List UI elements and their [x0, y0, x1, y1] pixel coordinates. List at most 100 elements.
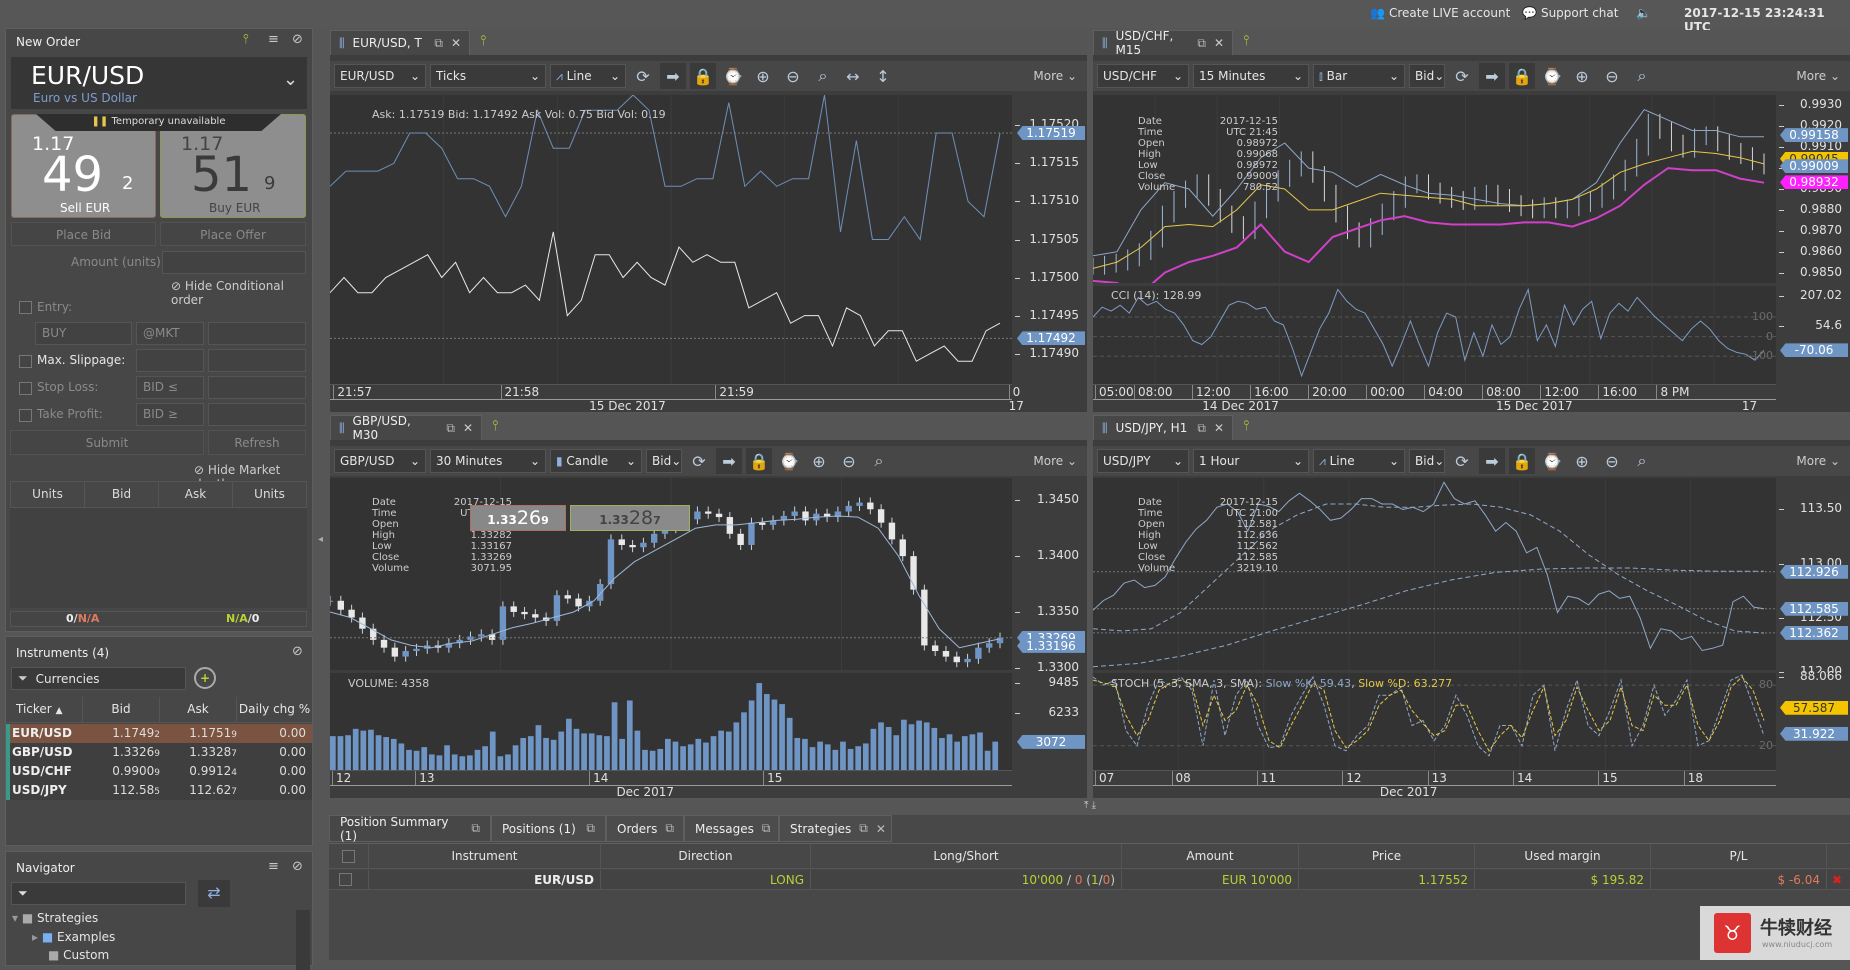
tree-item-examples[interactable]: ▸ ■ Examples: [32, 930, 115, 944]
entry-price-input[interactable]: [208, 322, 306, 345]
close-icon[interactable]: ✕: [1214, 36, 1224, 50]
period-select[interactable]: 15 Minutes ⌄: [1193, 64, 1309, 88]
volume-plot[interactable]: [330, 673, 1012, 770]
usdjpy-plot[interactable]: [1092, 478, 1776, 670]
lock-icon[interactable]: 🔒: [690, 63, 716, 89]
instrument-select[interactable]: GBP/USD ⌄: [334, 449, 426, 473]
popout-icon[interactable]: ⧉: [586, 821, 595, 836]
slippage-input[interactable]: [136, 349, 204, 372]
more-menu[interactable]: More ⌄: [1033, 69, 1077, 83]
price-axis[interactable]: 1.17520 1.17515 1.17510 1.17505 1.17500 1.174…: [1012, 95, 1087, 384]
instrument-select[interactable]: USD/CHF ⌄: [1097, 64, 1189, 88]
add-chart-icon[interactable]: ⫯: [492, 418, 498, 434]
price-axis[interactable]: 0.99300.99200.99100.99000.98900.98800.98…: [1776, 95, 1850, 283]
stop-loss-condition[interactable]: BID ≤: [136, 376, 204, 399]
popout-icon[interactable]: ⧉: [471, 821, 480, 836]
maximize-icon[interactable]: ⤒ ⤓: [1084, 800, 1096, 811]
tab-messages[interactable]: Messages ⧉: [684, 815, 779, 842]
zoom-time-icon[interactable]: ⌚: [1539, 448, 1565, 474]
time-axis[interactable]: 12 13 14 15 Dec 2017: [330, 770, 1012, 799]
instrument-row[interactable]: EUR/USD 1.17492 1.17519 0.00: [6, 724, 312, 743]
chart-type-select[interactable]: ⫾ Bar ⌄: [1313, 64, 1405, 88]
zoom-out-icon[interactable]: ⊖: [836, 448, 862, 474]
entry-price-select[interactable]: @MKT: [136, 322, 204, 345]
amount-input[interactable]: [162, 251, 306, 274]
time-axis[interactable]: 05:00 08:00 12:00 16:00 20:00 00:00 04:00 08:00…: [1093, 384, 1776, 413]
close-icon[interactable]: ✕: [451, 36, 461, 50]
zoom-time-icon[interactable]: ⌚: [1539, 63, 1565, 89]
eurusd-plot[interactable]: [329, 94, 1012, 384]
period-select[interactable]: Ticks ⌄: [430, 64, 546, 88]
hide-icon[interactable]: ⊘: [292, 644, 303, 659]
close-icon[interactable]: ✕: [463, 421, 473, 435]
zoom-fit-icon[interactable]: ⌕: [810, 63, 836, 89]
chart-type-select[interactable]: ▮ Candle ⌄: [550, 449, 642, 473]
entry-side-select[interactable]: BUY: [35, 322, 132, 345]
stretch-vertical-icon[interactable]: ↕: [870, 63, 896, 89]
quick-sell-button[interactable]: 1.33269: [470, 505, 566, 531]
instrument-select[interactable]: USD/JPY ⌄: [1097, 449, 1189, 473]
chart-type-select[interactable]: ⩘ Line ⌄: [550, 64, 626, 88]
shift-chart-icon[interactable]: ➡: [1479, 448, 1505, 474]
price-side-select[interactable]: Bid ⌄: [1409, 64, 1445, 88]
col-pl[interactable]: P/L: [1651, 844, 1827, 869]
lock-icon[interactable]: 🔒: [746, 448, 772, 474]
take-profit-checkbox[interactable]: [19, 409, 32, 422]
swap-icon[interactable]: ⇄: [198, 880, 230, 907]
more-menu[interactable]: More ⌄: [1033, 454, 1077, 468]
popout-icon[interactable]: ⧉: [1197, 421, 1206, 436]
instrument-filter[interactable]: ⏷ Currencies: [11, 667, 186, 690]
slippage-value[interactable]: [208, 349, 306, 372]
lock-icon[interactable]: 🔒: [1509, 448, 1535, 474]
place-offer-button[interactable]: Place Offer: [160, 222, 306, 246]
sound-icon[interactable]: 🔈: [1636, 6, 1651, 20]
take-profit-condition[interactable]: BID ≥: [136, 403, 204, 426]
col-instrument[interactable]: Instrument: [369, 844, 601, 869]
tab-strategies[interactable]: Strategies ⧉ ✕: [779, 815, 892, 842]
zoom-in-icon[interactable]: ⊕: [806, 448, 832, 474]
close-icon[interactable]: ✕: [876, 822, 886, 836]
price-axis[interactable]: 1.3450 1.3400 1.3350 1.3300 1.33269 1.33196: [1012, 478, 1087, 674]
sort-ticker[interactable]: Ticker ▲: [6, 697, 83, 722]
refresh-button[interactable]: Refresh: [208, 430, 306, 455]
menu-icon[interactable]: ≡: [268, 32, 279, 47]
max-slippage-checkbox[interactable]: [19, 355, 32, 368]
shift-chart-icon[interactable]: ➡: [716, 448, 742, 474]
instrument-select[interactable]: EUR/USD ⌄: [334, 64, 426, 88]
instrument-row[interactable]: USD/JPY 112.585 112.627 0.00: [6, 781, 312, 800]
tab-positions-[interactable]: Positions (1) ⧉: [491, 815, 606, 842]
navigator-filter[interactable]: ⏷: [11, 882, 186, 905]
tab-orders[interactable]: Orders ⧉: [606, 815, 684, 842]
popout-icon[interactable]: ⧉: [446, 421, 455, 436]
collapse-panel-icon[interactable]: ◂: [318, 534, 323, 545]
cci-axis[interactable]: 207.02 54.6 -70.06: [1776, 286, 1850, 384]
add-chart-icon[interactable]: ⫯: [480, 33, 486, 49]
hide-icon[interactable]: ⊘: [292, 859, 303, 874]
popout-icon[interactable]: ⧉: [665, 821, 674, 836]
zoom-out-icon[interactable]: ⊖: [1599, 63, 1625, 89]
zoom-fit-icon[interactable]: ⌕: [866, 448, 892, 474]
more-menu[interactable]: More ⌄: [1796, 454, 1840, 468]
popout-icon[interactable]: ⧉: [762, 821, 771, 836]
period-select[interactable]: 30 Minutes ⌄: [430, 449, 546, 473]
tab-position-summary-[interactable]: Position Summary (1) ⧉: [329, 815, 491, 843]
popout-icon[interactable]: ⧉: [434, 36, 443, 51]
col-direction[interactable]: Direction: [601, 844, 811, 869]
more-menu[interactable]: More ⌄: [1796, 69, 1840, 83]
zoom-out-icon[interactable]: ⊖: [780, 63, 806, 89]
hide-conditional-toggle[interactable]: ⊘ Hide Conditional order: [171, 279, 312, 307]
scrollbar[interactable]: [296, 910, 310, 970]
create-live-account-link[interactable]: 👥 Create LIVE account: [1370, 6, 1510, 20]
usdchf-plot[interactable]: [1092, 95, 1776, 295]
price-side-select[interactable]: Bid ⌄: [646, 449, 682, 473]
zoom-in-icon[interactable]: ⊕: [1569, 63, 1595, 89]
chart-tab[interactable]: ⫼ USD/JPY, H1 ⧉ ✕: [1093, 415, 1233, 440]
add-chart-icon[interactable]: ⫯: [1243, 418, 1249, 434]
sort-bid[interactable]: Bid: [83, 697, 160, 722]
zoom-fit-icon[interactable]: ⌕: [1629, 63, 1655, 89]
instrument-row[interactable]: USD/CHF 0.99009 0.99124 0.00: [6, 762, 312, 781]
shift-chart-icon[interactable]: ➡: [1479, 63, 1505, 89]
position-row[interactable]: EUR/USD LONG 10'000 / 0 (1/0) EUR 10'000…: [329, 870, 1850, 890]
select-all-checkbox[interactable]: [342, 850, 355, 863]
lock-icon[interactable]: 🔒: [1509, 63, 1535, 89]
